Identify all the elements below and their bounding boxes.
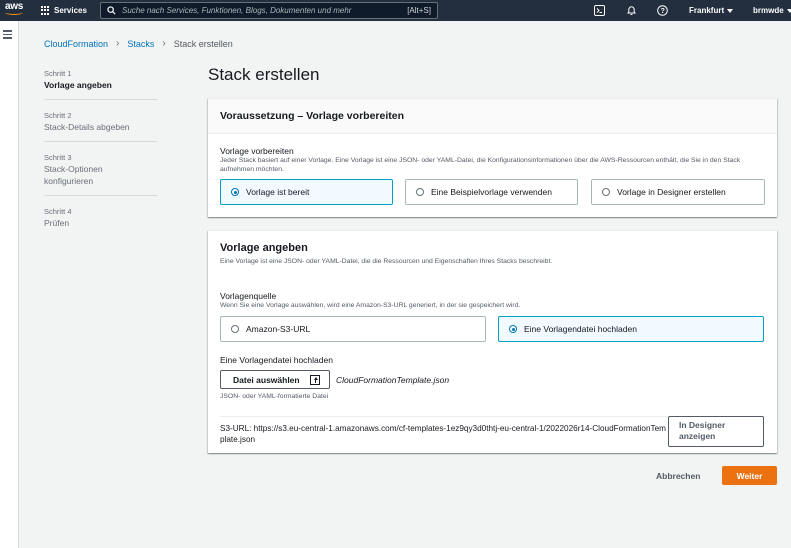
template-source-description: Wenn Sie eine Vorlage auswählen, wird ei…: [220, 302, 521, 309]
search-icon: [107, 6, 116, 15]
wizard-steps: Schritt 1 Vorlage angeben Schritt 2 Stac…: [44, 68, 157, 247]
panel-header: Vorlage angeben Eine Vorlage ist eine JS…: [208, 231, 777, 266]
option-designer-template[interactable]: Vorlage in Designer erstellen: [591, 179, 765, 205]
selected-file-name: CloudFormationTemplate.json: [336, 375, 450, 385]
region-selector[interactable]: Frankfurt: [689, 0, 734, 21]
radio-button[interactable]: [509, 325, 517, 333]
choose-file-label: Datei auswählen: [233, 374, 300, 385]
prepare-template-label: Vorlage vorbereiten: [220, 146, 294, 156]
option-label: Eine Beispielvorlage verwenden: [431, 187, 552, 197]
step-1: Schritt 1 Vorlage angeben: [44, 68, 157, 100]
radio-button[interactable]: [231, 325, 239, 333]
search-box[interactable]: [Alt+S]: [100, 2, 438, 19]
s3-url-text: S3-URL: https://s3.eu-central-1.amazonaw…: [220, 424, 666, 444]
step-number: Schritt 3: [44, 153, 72, 162]
breadcrumb-cloudformation[interactable]: CloudFormation: [44, 39, 108, 49]
step-number: Schritt 4: [44, 207, 72, 216]
search-input[interactable]: [122, 6, 408, 15]
breadcrumb-current: Stack erstellen: [173, 38, 233, 49]
option-label: Amazon-S3-URL: [246, 324, 311, 334]
option-sample-template[interactable]: Eine Beispielvorlage verwenden: [405, 179, 578, 205]
cloudshell-icon[interactable]: [590, 2, 608, 19]
help-icon[interactable]: ?: [653, 2, 671, 19]
step-name: Stack-Details abgeben: [44, 122, 130, 132]
step-number: Schritt 1: [44, 69, 72, 78]
step-number: Schritt 2: [44, 111, 72, 120]
option-s3-url[interactable]: Amazon-S3-URL: [220, 316, 486, 342]
step-4: Schritt 4 Prüfen: [44, 206, 157, 237]
panel-description: Eine Vorlage ist eine JSON- oder YAML-Da…: [220, 258, 553, 265]
step-3: Schritt 3 Stack-Optionen konfigurieren: [44, 152, 157, 196]
services-menu-button[interactable]: Services: [41, 0, 87, 21]
chevron-right-icon: ›: [116, 38, 120, 49]
panel-title: Vorlage angeben: [220, 242, 308, 254]
bell-icon[interactable]: [622, 2, 640, 19]
user-label: brmwde: [753, 6, 784, 15]
side-navigation-strip: [0, 21, 19, 548]
upload-file-label: Eine Vorlagendatei hochladen: [220, 355, 333, 365]
grid-icon: [41, 6, 50, 15]
view-in-designer-button[interactable]: In Designer anzeigen: [668, 416, 764, 447]
option-label: Eine Vorlagendatei hochladen: [524, 324, 637, 334]
option-template-ready[interactable]: Vorlage ist bereit: [220, 179, 393, 205]
breadcrumb-stacks[interactable]: Stacks: [127, 39, 154, 49]
page-title: Stack erstellen: [208, 65, 320, 84]
user-menu[interactable]: brmwde: [753, 0, 791, 21]
chevron-right-icon: ›: [162, 38, 166, 49]
aws-logo-text: aws: [5, 1, 24, 12]
option-label: Vorlage in Designer erstellen: [617, 187, 726, 197]
template-source-label: Vorlagenquelle: [220, 291, 277, 301]
top-navigation: aws Services [Alt+S] ? Frankfurt brmwde: [0, 0, 791, 21]
panel-header: Voraussetzung – Vorlage vorbereiten: [208, 99, 777, 134]
services-label: Services: [54, 6, 87, 15]
step-name: Stack-Optionen konfigurieren: [44, 164, 103, 186]
svg-text:?: ?: [660, 8, 664, 15]
aws-logo[interactable]: aws: [5, 2, 27, 19]
step-2: Schritt 2 Stack-Details abgeben: [44, 110, 157, 142]
radio-button[interactable]: [416, 188, 424, 196]
breadcrumb: CloudFormation › Stacks › Stack erstelle…: [44, 38, 233, 49]
prerequisite-panel: Voraussetzung – Vorlage vorbereiten Vorl…: [208, 98, 777, 217]
file-format-hint: JSON- oder YAML-formatierte Datei: [220, 393, 329, 400]
option-label: Vorlage ist bereit: [246, 187, 310, 197]
next-button[interactable]: Weiter: [722, 466, 777, 485]
search-shortcut: [Alt+S]: [407, 6, 431, 15]
region-label: Frankfurt: [689, 6, 725, 15]
option-upload-file[interactable]: Eine Vorlagendatei hochladen: [498, 316, 764, 342]
caret-down-icon: [727, 8, 734, 13]
caret-down-icon: [786, 8, 791, 13]
step-name: Vorlage angeben: [44, 80, 112, 90]
radio-button[interactable]: [231, 188, 239, 196]
specify-template-panel: Vorlage angeben Eine Vorlage ist eine JS…: [208, 230, 777, 453]
choose-file-button[interactable]: Datei auswählen: [220, 370, 330, 389]
prepare-template-description: Jeder Stack basiert auf einer Vorlage. E…: [220, 157, 741, 173]
cancel-button[interactable]: Abbrechen: [656, 471, 700, 481]
upload-icon: [309, 374, 320, 385]
step-name: Prüfen: [44, 218, 70, 228]
hamburger-icon[interactable]: [3, 30, 12, 41]
radio-button[interactable]: [602, 188, 610, 196]
panel-title: Voraussetzung – Vorlage vorbereiten: [220, 110, 404, 122]
